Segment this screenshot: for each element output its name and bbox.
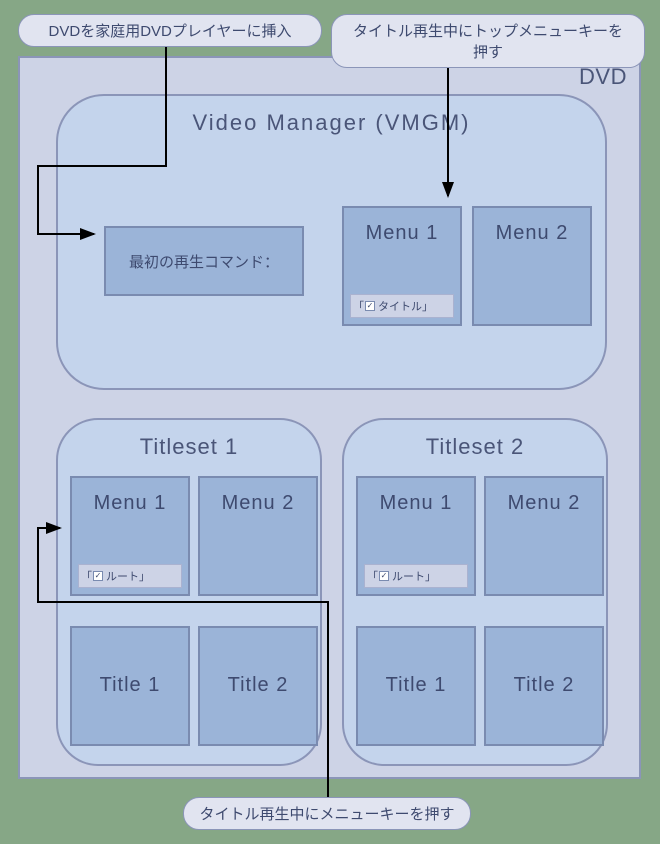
ts2-title-2-label: Title 2 xyxy=(486,628,602,697)
checkbox-icon: ✓ xyxy=(379,571,389,581)
callout-top-menu-key: タイトル再生中にトップメニューキーを押す xyxy=(331,14,645,68)
ts2-menu-1: Menu 1 「 ✓ ルート」 xyxy=(356,476,476,596)
ts1-title-2: Title 2 xyxy=(198,626,318,746)
sub-prefix: 「 xyxy=(81,568,92,584)
ts2-title-1-label: Title 1 xyxy=(358,628,474,697)
vmgm-menu-2: Menu 2 xyxy=(472,206,592,326)
vmgm-menu-1-subtitle: 「 ✓ タイトル」 xyxy=(350,294,454,318)
ts1-title-1-label: Title 1 xyxy=(72,628,188,697)
callout-text: DVDを家庭用DVDプレイヤーに挿入 xyxy=(49,23,292,40)
titleset-2-title: Titleset 2 xyxy=(344,434,606,460)
ts2-menu-2-label: Menu 2 xyxy=(486,478,602,515)
ts2-menu-1-subtitle: 「 ✓ ルート」 xyxy=(364,564,468,588)
ts1-title-2-label: Title 2 xyxy=(200,628,316,697)
titleset-1-title: Titleset 1 xyxy=(58,434,320,460)
callout-text: タイトル再生中にメニューキーを押す xyxy=(199,806,454,823)
sub-prefix: 「 xyxy=(353,298,364,314)
callout-menu-key: タイトル再生中にメニューキーを押す xyxy=(183,797,471,830)
first-play-command-label: 最初の再生コマンド： xyxy=(129,251,279,272)
sub-text: ルート」 xyxy=(392,568,436,584)
sub-text: ルート」 xyxy=(106,568,150,584)
vmgm-menu-2-label: Menu 2 xyxy=(474,208,590,245)
titleset-1: Titleset 1 Menu 1 「 ✓ ルート」 Menu 2 Title … xyxy=(56,418,322,766)
sub-text: タイトル」 xyxy=(378,298,433,314)
ts2-title-2: Title 2 xyxy=(484,626,604,746)
vmgm-menu-1-label: Menu 1 xyxy=(344,208,460,245)
ts1-menu-2: Menu 2 xyxy=(198,476,318,596)
callout-text: タイトル再生中にトップメニューキーを押す xyxy=(353,23,623,61)
ts1-title-1: Title 1 xyxy=(70,626,190,746)
ts2-menu-2: Menu 2 xyxy=(484,476,604,596)
ts2-title-1: Title 1 xyxy=(356,626,476,746)
ts2-menu-1-label: Menu 1 xyxy=(358,478,474,515)
sub-prefix: 「 xyxy=(367,568,378,584)
dvd-box: DVD Video Manager (VMGM) 最初の再生コマンド： Menu… xyxy=(18,56,641,779)
checkbox-icon: ✓ xyxy=(365,301,375,311)
ts1-menu-1-subtitle: 「 ✓ ルート」 xyxy=(78,564,182,588)
first-play-command-box: 最初の再生コマンド： xyxy=(104,226,304,296)
callout-insert-dvd: DVDを家庭用DVDプレイヤーに挿入 xyxy=(18,14,322,47)
vmgm-menu-1: Menu 1 「 ✓ タイトル」 xyxy=(342,206,462,326)
vmgm-box: Video Manager (VMGM) 最初の再生コマンド： Menu 1 「… xyxy=(56,94,607,390)
titleset-2: Titleset 2 Menu 1 「 ✓ ルート」 Menu 2 Title … xyxy=(342,418,608,766)
ts1-menu-2-label: Menu 2 xyxy=(200,478,316,515)
vmgm-title: Video Manager (VMGM) xyxy=(58,110,605,136)
checkbox-icon: ✓ xyxy=(93,571,103,581)
ts1-menu-1: Menu 1 「 ✓ ルート」 xyxy=(70,476,190,596)
ts1-menu-1-label: Menu 1 xyxy=(72,478,188,515)
